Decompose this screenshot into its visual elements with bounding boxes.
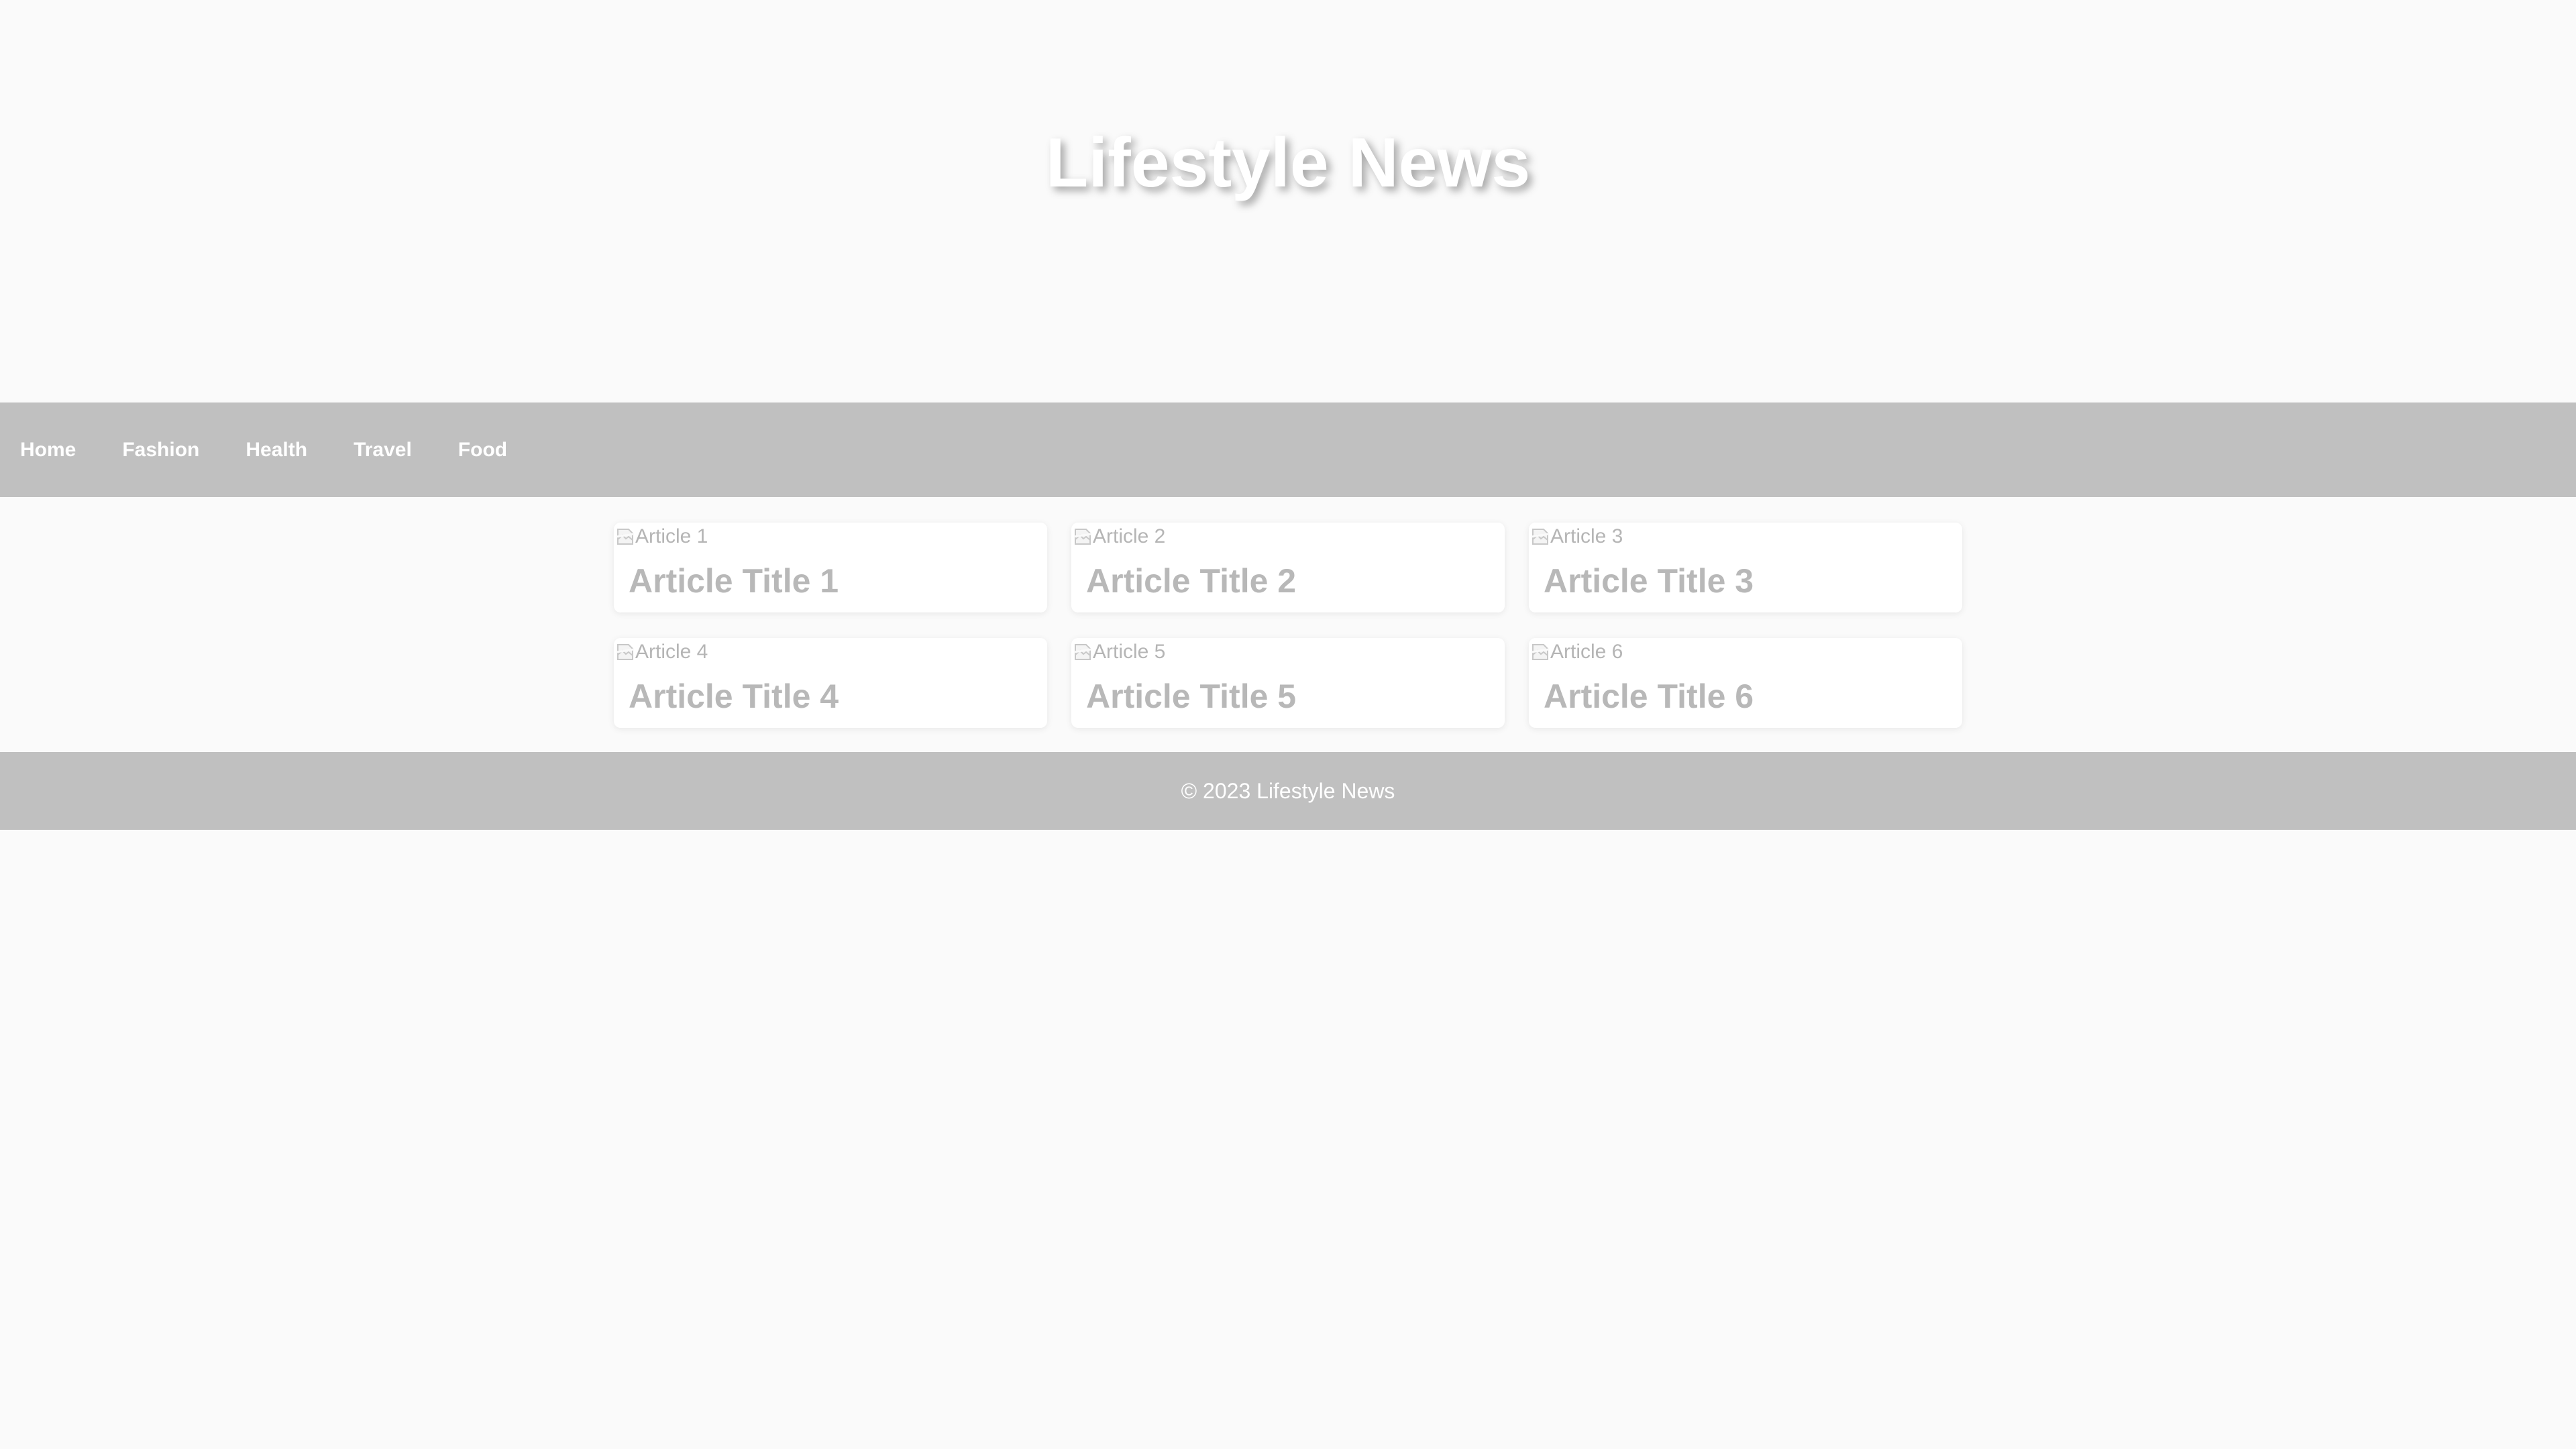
article-image: Article 6 [1531,641,1623,663]
broken-image-icon [616,527,635,546]
site-footer: © 2023 Lifestyle News [0,752,2576,830]
broken-image-icon [1073,643,1092,661]
nav-item-food[interactable]: Food [458,439,507,462]
article-card[interactable]: Article 5 Article Title 5 [1071,638,1505,728]
article-image: Article 3 [1531,525,1623,548]
article-image-alt: Article 1 [635,525,708,547]
broken-image-icon [1531,643,1550,661]
article-image-alt: Article 4 [635,641,708,663]
article-image: Article 2 [1073,525,1166,548]
article-image-alt: Article 5 [1093,641,1166,663]
article-image-alt: Article 2 [1093,525,1166,547]
broken-image-icon [616,643,635,661]
article-image: Article 1 [616,525,708,548]
article-image-alt: Article 3 [1550,525,1623,547]
site-title: Lifestyle News [1045,124,1531,202]
article-title[interactable]: Article Title 2 [1086,561,1296,600]
nav-item-home[interactable]: Home [20,439,76,462]
nav-item-travel[interactable]: Travel [354,439,412,462]
article-card[interactable]: Article 6 Article Title 6 [1529,638,1962,728]
article-card[interactable]: Article 2 Article Title 2 [1071,523,1505,612]
article-card[interactable]: Article 3 Article Title 3 [1529,523,1962,612]
article-title[interactable]: Article Title 4 [629,677,839,716]
broken-image-icon [1531,527,1550,546]
article-title[interactable]: Article Title 1 [629,561,839,600]
article-title[interactable]: Article Title 6 [1544,677,1754,716]
nav-item-health[interactable]: Health [246,439,307,462]
articles-grid: Article 1 Article Title 1 Article 2 Arti… [614,497,1962,752]
site-header: Lifestyle News [0,0,2576,402]
article-image-alt: Article 6 [1550,641,1623,663]
article-card[interactable]: Article 1 Article Title 1 [614,523,1047,612]
article-image: Article 5 [1073,641,1166,663]
article-title[interactable]: Article Title 5 [1086,677,1296,716]
broken-image-icon [1073,527,1092,546]
footer-copyright: © 2023 Lifestyle News [1181,778,1395,803]
article-title[interactable]: Article Title 3 [1544,561,1754,600]
nav-item-fashion[interactable]: Fashion [122,439,199,462]
article-image: Article 4 [616,641,708,663]
article-card[interactable]: Article 4 Article Title 4 [614,638,1047,728]
main-nav: Home Fashion Health Travel Food [0,402,2576,497]
